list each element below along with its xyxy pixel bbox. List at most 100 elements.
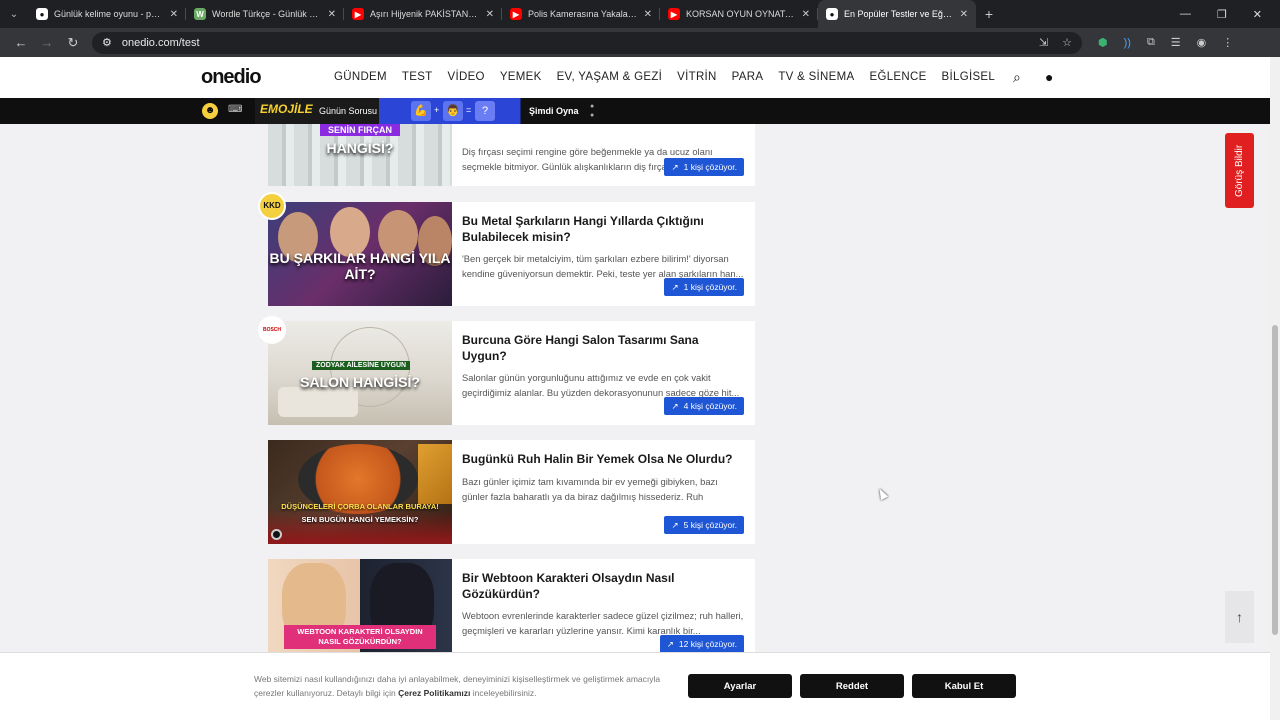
solving-count-badge: ↗ 5 kişi çözüyor. — [664, 516, 744, 534]
cookie-reject-button[interactable]: Reddet — [800, 674, 904, 698]
tab-close-icon[interactable]: ✕ — [644, 9, 652, 20]
tab-favicon-icon: W — [194, 8, 206, 20]
browser-tab[interactable]: ▶ Aşırı Hijyenik PAKİSTAN Sokak ✕ — [344, 0, 502, 28]
emoji-logo-icon[interactable]: ☻ — [202, 103, 218, 119]
trending-icon: ↗ — [671, 161, 679, 172]
test-thumbnail[interactable]: BU ŞARKILAR HANGİ YILA AİT? — [268, 202, 452, 306]
nav-item[interactable]: YEMEK — [500, 71, 542, 83]
tab-close-icon[interactable]: ✕ — [170, 9, 178, 20]
forward-icon[interactable]: → — [34, 35, 60, 50]
address-bar[interactable]: ⚙ onedio.com/test ⇲ ☆ — [92, 31, 1082, 54]
test-thumbnail[interactable]: DÜŞÜNCELERİ ÇORBA OLANLAR BURAYA! SEN BU… — [268, 440, 452, 544]
test-list: SENİN FIRÇAN HANGİSİ? Diş fırçası seçimi… — [0, 124, 1270, 652]
new-tab-button[interactable]: + — [976, 6, 1002, 22]
scroll-to-top-button[interactable]: ↑ — [1225, 591, 1254, 643]
profile-icon[interactable]: ◉ — [1197, 36, 1207, 49]
install-icon[interactable]: ⇲ — [1039, 36, 1048, 49]
thumbnail-tag: SENİN FIRÇAN — [320, 124, 401, 136]
nav-item[interactable]: TEST — [402, 71, 433, 83]
minimize-icon[interactable]: — — [1180, 8, 1191, 21]
url-text[interactable]: onedio.com/test — [122, 37, 200, 49]
cookie-accept-button[interactable]: Kabul Et — [912, 674, 1016, 698]
site-header: onedio GÜNDEM TEST VİDEO YEMEK EV, YAŞAM & G… — [0, 57, 1270, 98]
browser-tab[interactable]: W Wordle Türkçe - Günlük Kelime ✕ — [186, 0, 344, 28]
bookmark-star-icon[interactable]: ☆ — [1062, 36, 1072, 49]
nav-item[interactable]: PARA — [732, 71, 764, 83]
play-now-button[interactable]: Şimdi Oyna — [529, 106, 579, 116]
extensions-puzzle-icon[interactable]: ⧉ — [1147, 36, 1155, 49]
emojile-banner[interactable]: EMOJİLE Günün Sorusu 💪 + 👨 = ? Şimdi Oyn… — [255, 98, 600, 124]
test-card[interactable]: SENİN FIRÇAN HANGİSİ? Diş fırçası seçimi… — [268, 124, 755, 186]
scrollbar-thumb[interactable] — [1272, 325, 1278, 635]
nav-item[interactable]: VİTRİN — [677, 71, 717, 83]
tab-close-icon[interactable]: ✕ — [960, 9, 968, 20]
browser-tab[interactable]: ● Günlük kelime oyunu - parolla ✕ — [28, 0, 186, 28]
search-icon[interactable]: ⌕ — [1013, 69, 1021, 86]
tab-close-icon[interactable]: ✕ — [486, 9, 494, 20]
card-description: Salonlar günün yorgunluğunu attığımız ve… — [462, 372, 740, 399]
page-scrollbar[interactable] — [1270, 57, 1280, 720]
tab-close-icon[interactable]: ✕ — [802, 9, 810, 20]
card-body: Diş fırçası seçimi rengine göre beğenmek… — [452, 124, 755, 186]
trending-icon: ↗ — [671, 281, 679, 292]
card-title[interactable]: Bir Webtoon Karakteri Olsaydın Nasıl Göz… — [462, 571, 745, 602]
card-title[interactable]: Burcuna Göre Hangi Salon Tasarımı Sana U… — [462, 333, 745, 364]
test-thumbnail[interactable]: ZODYAK AİLESİNE UYGUN SALON HANGİSİ? — [268, 321, 452, 425]
nav-item[interactable]: BİLGİSEL — [942, 71, 996, 83]
test-card[interactable]: BU ŞARKILAR HANGİ YILA AİT? Bu Metal Şar… — [268, 202, 755, 306]
equals-sign: = — [466, 105, 472, 115]
carousel-dots[interactable]: ● ● — [590, 102, 594, 120]
test-thumbnail[interactable]: SENİN FIRÇAN HANGİSİ? — [268, 124, 452, 186]
nav-item[interactable]: GÜNDEM — [334, 71, 387, 83]
card-description: Webtoon evrenlerinde karakterler sadece … — [462, 610, 744, 637]
game-controller-icon[interactable]: ⌨ — [228, 104, 242, 115]
solving-count-badge: ↗ 4 kişi çözüyor. — [664, 397, 744, 415]
nav-item[interactable]: VİDEO — [448, 71, 485, 83]
browser-tab[interactable]: ▶ Polis Kamerasına Yakalanan 6 D ✕ — [502, 0, 660, 28]
reading-list-icon[interactable]: ☰ — [1171, 36, 1181, 49]
tab-title: Aşırı Hijyenik PAKİSTAN Sokak — [370, 9, 480, 19]
camera-icon — [271, 529, 282, 540]
restore-icon[interactable]: ❐ — [1217, 8, 1227, 21]
test-card[interactable]: DÜŞÜNCELERİ ÇORBA OLANLAR BURAYA! SEN BU… — [268, 440, 755, 544]
close-window-icon[interactable]: ✕ — [1253, 8, 1262, 21]
emoji-tile-1: 💪 — [411, 101, 431, 121]
test-card[interactable]: ZODYAK AİLESİNE UYGUN SALON HANGİSİ? Bur… — [268, 321, 755, 425]
solving-count-badge: ↗ 1 kişi çözüyor. — [664, 158, 744, 176]
user-icon[interactable]: ● — [1045, 69, 1053, 85]
brand-badge: KKD — [258, 192, 286, 220]
cookie-policy-link[interactable]: Çerez Politikamızı — [398, 688, 470, 698]
tab-search-icon[interactable]: ⌄ — [0, 0, 28, 28]
cookie-banner: Web sitemizi nasıl kullandığınızı daha i… — [0, 652, 1270, 720]
thumbnail-tag: DÜŞÜNCELERİ ÇORBA OLANLAR BURAYA! — [281, 502, 439, 511]
browser-menu-icon[interactable]: ⋮ — [1222, 36, 1233, 49]
nav-item[interactable]: EĞLENCE — [869, 71, 926, 83]
tab-title: KORSAN OYUN OYNATAN KON — [686, 9, 796, 19]
solving-count-badge: ↗ 1 kişi çözüyor. — [664, 278, 744, 296]
tab-title: En Popüler Testler ve Eğlenceli — [844, 9, 954, 19]
tab-close-icon[interactable]: ✕ — [328, 9, 336, 20]
onedio-logo[interactable]: onedio — [201, 66, 262, 89]
feedback-button[interactable]: Görüş Bildir — [1225, 133, 1254, 208]
extension-shield-icon[interactable]: ⬢ — [1098, 36, 1108, 49]
cookie-settings-button[interactable]: Ayarlar — [688, 674, 792, 698]
card-body: Bugünkü Ruh Halin Bir Yemek Olsa Ne Olur… — [452, 440, 755, 544]
trending-icon: ↗ — [666, 638, 674, 649]
card-title[interactable]: Bu Metal Şarkıların Hangi Yıllarda Çıktı… — [462, 214, 745, 245]
extension-wave-icon[interactable]: )) — [1124, 37, 1131, 49]
card-body: Bu Metal Şarkıların Hangi Yıllarda Çıktı… — [452, 202, 755, 306]
reload-icon[interactable]: ↻ — [60, 35, 86, 51]
main-nav: GÜNDEM TEST VİDEO YEMEK EV, YAŞAM & GEZİ VİTR… — [334, 71, 1010, 83]
test-card[interactable]: WEBTOON KARAKTERİ OLSAYDIN NASIL GÖZÜKÜR… — [268, 559, 755, 652]
browser-tab[interactable]: ● En Popüler Testler ve Eğlenceli ✕ — [818, 0, 976, 28]
back-icon[interactable]: ← — [8, 35, 34, 50]
browser-tab-bar: ⌄ ● Günlük kelime oyunu - parolla ✕ W Wordle… — [0, 0, 1280, 28]
nav-item[interactable]: TV & SİNEMA — [778, 71, 854, 83]
nav-item[interactable]: EV, YAŞAM & GEZİ — [557, 71, 663, 83]
site-info-icon[interactable]: ⚙ — [102, 36, 112, 49]
card-title[interactable]: Bugünkü Ruh Halin Bir Yemek Olsa Ne Olur… — [462, 452, 745, 468]
card-body: Bir Webtoon Karakteri Olsaydın Nasıl Göz… — [452, 559, 755, 652]
test-thumbnail[interactable]: WEBTOON KARAKTERİ OLSAYDIN NASIL GÖZÜKÜR… — [268, 559, 452, 652]
browser-tab[interactable]: ▶ KORSAN OYUN OYNATAN KON ✕ — [660, 0, 818, 28]
tab-favicon-icon: ● — [36, 8, 48, 20]
